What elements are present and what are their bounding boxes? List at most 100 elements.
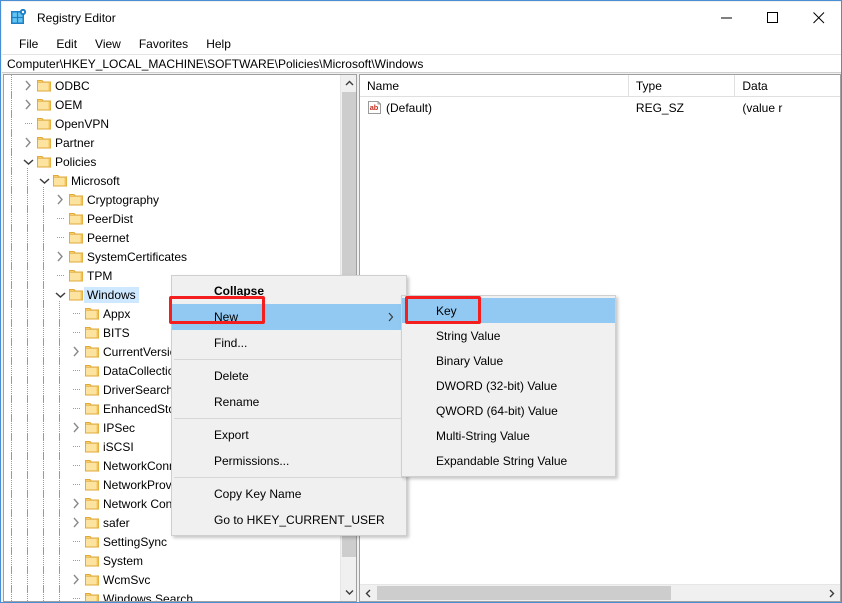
submenu-item-label: DWORD (32-bit) Value: [436, 378, 558, 393]
context-menu-item-export[interactable]: Export: [172, 422, 406, 448]
scroll-right-icon[interactable]: [823, 585, 840, 601]
tree-indent-guide: [4, 263, 20, 288]
submenu-item-dword-32-bit-value[interactable]: DWORD (32-bit) Value: [402, 373, 615, 398]
tree-indent-guide: [4, 396, 20, 421]
tree-indent-guide: [20, 491, 36, 516]
tree-indent-guide: [20, 301, 36, 326]
tree-item-oem[interactable]: OEM: [4, 92, 341, 117]
tree-item-wcmsvc[interactable]: WcmSvc: [4, 567, 341, 592]
tree-item-partner[interactable]: Partner: [4, 130, 341, 155]
context-menu-item-go-to-hkey-current-user[interactable]: Go to HKEY_CURRENT_USER: [172, 507, 406, 533]
values-scrollbar-track[interactable]: [671, 585, 823, 601]
tree-indent-guide: [20, 168, 36, 193]
tree-indent-guide: [20, 320, 36, 345]
submenu-item-multi-string-value[interactable]: Multi-String Value: [402, 423, 615, 448]
tree-item-cryptography[interactable]: Cryptography: [4, 187, 341, 212]
chevron-down-icon[interactable]: [52, 285, 68, 304]
tree-connector: [52, 266, 68, 285]
chevron-right-icon[interactable]: [68, 513, 84, 532]
values-scrollbar-thumb[interactable]: [377, 586, 671, 600]
tree-indent-guide: [52, 434, 68, 459]
tree-item-label: PeerDist: [87, 211, 134, 226]
tree-indent-guide: [36, 434, 52, 459]
tree-item-label: Peernet: [87, 230, 130, 245]
tree-item-policies[interactable]: Policies: [4, 149, 341, 174]
tree-indent-guide: [52, 586, 68, 601]
column-header-name[interactable]: Name: [360, 75, 629, 97]
tree-item-openvpn[interactable]: OpenVPN: [4, 111, 341, 136]
tree-indent-guide: [4, 244, 20, 269]
tree-indent-guide: [36, 301, 52, 326]
close-button[interactable]: [796, 2, 841, 33]
scroll-down-icon[interactable]: [341, 584, 356, 601]
context-menu-item-rename[interactable]: Rename: [172, 389, 406, 415]
menu-favorites[interactable]: Favorites: [130, 35, 197, 53]
tree-indent-guide: [4, 149, 20, 174]
chevron-right-icon[interactable]: [68, 418, 84, 437]
scroll-up-icon[interactable]: [341, 75, 356, 92]
context-menu-item-find[interactable]: Find...: [172, 330, 406, 356]
tree-indent-guide: [4, 111, 20, 136]
values-horizontal-scrollbar[interactable]: [360, 584, 840, 601]
folder-icon: [68, 228, 84, 247]
tree-item-systemcertificates[interactable]: SystemCertificates: [4, 244, 341, 269]
tree-item-microsoft[interactable]: Microsoft: [4, 168, 341, 193]
folder-icon: [84, 342, 100, 361]
table-row[interactable]: ab (Default) REG_SZ (value r: [360, 97, 840, 118]
tree-indent-guide: [4, 92, 20, 117]
context-menu-item-permissions[interactable]: Permissions...: [172, 448, 406, 474]
chevron-right-icon[interactable]: [20, 76, 36, 95]
tree-connector: [68, 304, 84, 323]
tree-item-label: WcmSvc: [103, 572, 151, 587]
tree-connector: [68, 589, 84, 601]
column-header-data[interactable]: Data: [735, 75, 840, 97]
context-menu-item-label: Export: [214, 428, 249, 442]
maximize-button[interactable]: [750, 2, 796, 33]
submenu-item-string-value[interactable]: String Value: [402, 323, 615, 348]
context-menu-item-label: Go to HKEY_CURRENT_USER: [214, 513, 385, 527]
chevron-right-icon[interactable]: [52, 190, 68, 209]
context-menu-item-delete[interactable]: Delete: [172, 363, 406, 389]
chevron-right-icon[interactable]: [68, 494, 84, 513]
tree-indent-guide: [52, 358, 68, 383]
tree-indent-guide: [20, 206, 36, 231]
submenu-item-key[interactable]: Key: [402, 298, 615, 323]
tree-indent-guide: [36, 529, 52, 554]
submenu-item-expandable-string-value[interactable]: Expandable String Value: [402, 448, 615, 473]
tree-indent-guide: [4, 472, 20, 497]
minimize-button[interactable]: [704, 2, 750, 33]
submenu-item-label: Multi-String Value: [436, 428, 530, 443]
context-menu-item-copy-key-name[interactable]: Copy Key Name: [172, 481, 406, 507]
tree-item-label: BITS: [103, 325, 130, 340]
chevron-down-icon[interactable]: [36, 171, 52, 190]
submenu-item-binary-value[interactable]: Binary Value: [402, 348, 615, 373]
tree-indent-guide: [20, 358, 36, 383]
context-menu-item-collapse[interactable]: Collapse: [172, 278, 406, 304]
address-bar[interactable]: Computer\HKEY_LOCAL_MACHINE\SOFTWARE\Pol…: [2, 54, 841, 73]
scroll-left-icon[interactable]: [360, 585, 377, 601]
tree-item-system[interactable]: System: [4, 548, 341, 573]
menu-edit[interactable]: Edit: [47, 35, 86, 53]
tree-item-odbc[interactable]: ODBC: [4, 75, 341, 98]
context-menu-item-new[interactable]: New: [172, 304, 406, 330]
menu-file[interactable]: File: [10, 35, 47, 53]
tree-item-label: OEM: [55, 97, 83, 112]
chevron-right-icon[interactable]: [20, 133, 36, 152]
tree-connector: [52, 228, 68, 247]
menu-help[interactable]: Help: [197, 35, 240, 53]
tree-indent-guide: [4, 510, 20, 535]
tree-item-label: System: [103, 553, 144, 568]
column-header-type[interactable]: Type: [629, 75, 736, 97]
folder-icon: [84, 304, 100, 323]
chevron-right-icon[interactable]: [20, 95, 36, 114]
tree-indent-guide: [4, 225, 20, 250]
chevron-right-icon[interactable]: [68, 342, 84, 361]
tree-item-windows-search[interactable]: Windows Search: [4, 586, 341, 601]
submenu-item-qword-64-bit-value[interactable]: QWORD (64-bit) Value: [402, 398, 615, 423]
chevron-down-icon[interactable]: [20, 152, 36, 171]
menu-view[interactable]: View: [86, 35, 130, 53]
tree-item-peerdist[interactable]: PeerDist: [4, 206, 341, 231]
tree-item-peernet[interactable]: Peernet: [4, 225, 341, 250]
chevron-right-icon[interactable]: [68, 570, 84, 589]
chevron-right-icon[interactable]: [52, 247, 68, 266]
